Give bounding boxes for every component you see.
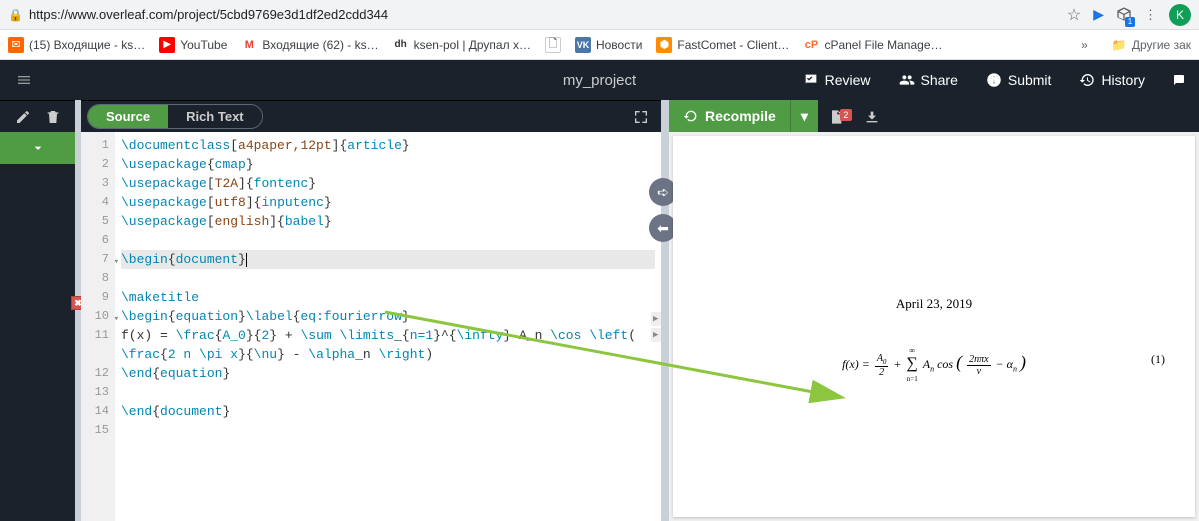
- bookmark-item[interactable]: 🗋: [545, 37, 561, 53]
- bookmark-item[interactable]: VKНовости: [575, 37, 642, 53]
- bookmark-item[interactable]: ⬢FastComet - Client…: [656, 37, 789, 53]
- url-text[interactable]: https://www.overleaf.com/project/5cbd976…: [29, 7, 1067, 22]
- pdf-preview-pane: April 23, 2019 f(x) = A02 + ∞∑n=1 An cos…: [669, 132, 1199, 521]
- recompile-dropdown[interactable]: ▾: [790, 100, 818, 132]
- play-icon[interactable]: ▶: [1093, 6, 1104, 23]
- pane-splitter[interactable]: ➪ ⬅: [661, 132, 669, 521]
- new-file-icon[interactable]: [15, 108, 31, 125]
- profile-avatar[interactable]: K: [1169, 4, 1191, 26]
- pdf-equation: f(x) = A02 + ∞∑n=1 An cos ( 2nπxν − αn )…: [703, 352, 1165, 378]
- code-content[interactable]: \documentclass[a4paper,12pt]{article}\us…: [115, 132, 661, 521]
- project-title[interactable]: my_project: [563, 72, 636, 89]
- pdf-page[interactable]: April 23, 2019 f(x) = A02 + ∞∑n=1 An cos…: [673, 136, 1195, 517]
- other-bookmarks[interactable]: 📁Другие зак: [1112, 38, 1191, 52]
- pdf-date: April 23, 2019: [703, 296, 1165, 312]
- submit-button[interactable]: Submit: [972, 60, 1066, 100]
- browser-url-bar: 🔒 https://www.overleaf.com/project/5cbd9…: [0, 0, 1199, 30]
- share-button[interactable]: Share: [885, 60, 972, 100]
- expand-editor-icon[interactable]: [621, 108, 661, 125]
- bookmark-star-icon[interactable]: ☆: [1067, 5, 1081, 25]
- delete-icon[interactable]: [45, 108, 61, 125]
- richtext-tab[interactable]: Rich Text: [168, 105, 262, 128]
- bookmarks-bar: ✉(15) Входящие - ks… ▶YouTube MВходящие …: [0, 30, 1199, 60]
- source-tab[interactable]: Source: [88, 105, 168, 128]
- fold-icon[interactable]: ▾: [114, 253, 119, 272]
- editor-mode-toggle: Source Rich Text: [87, 104, 263, 129]
- bookmark-item[interactable]: MВходящие (62) - ks…: [241, 37, 378, 53]
- app-header: my_project Review Share Submit History: [0, 60, 1199, 100]
- history-button[interactable]: History: [1065, 60, 1159, 100]
- bookmark-item[interactable]: ▶YouTube: [159, 37, 227, 53]
- code-editor[interactable]: 1 2 3 4 5 6 7▾ 8 9 10▾ 11 12 13 14 15 \d…: [81, 132, 661, 521]
- bookmark-item[interactable]: ✉(15) Входящие - ks…: [8, 37, 145, 53]
- download-pdf-button[interactable]: [854, 107, 890, 124]
- scroll-chevron-icon[interactable]: ▶: [651, 312, 661, 326]
- browser-menu-icon[interactable]: ⋮: [1144, 7, 1157, 23]
- lock-icon: 🔒: [8, 8, 23, 22]
- fold-icon[interactable]: ▾: [114, 310, 119, 329]
- file-tree-collapsed: [0, 132, 75, 521]
- menu-button[interactable]: [0, 60, 48, 100]
- bookmark-item[interactable]: cPcPanel File Manage…: [803, 37, 942, 53]
- review-button[interactable]: Review: [789, 60, 885, 100]
- logs-button[interactable]: 2: [818, 107, 854, 124]
- extension-icon[interactable]: 1: [1116, 6, 1132, 24]
- chat-button[interactable]: [1159, 60, 1199, 100]
- scroll-chevron-icon[interactable]: ▶: [651, 328, 661, 342]
- bookmarks-overflow-icon[interactable]: »: [1081, 38, 1088, 52]
- expand-sidebar-button[interactable]: [0, 132, 75, 164]
- equation-number: (1): [1151, 352, 1165, 367]
- recompile-button[interactable]: Recompile ▾: [669, 100, 818, 132]
- bookmark-item[interactable]: dhksen-pol | Друпал х…: [393, 37, 531, 53]
- line-numbers: 1 2 3 4 5 6 7▾ 8 9 10▾ 11 12 13 14 15: [81, 132, 115, 521]
